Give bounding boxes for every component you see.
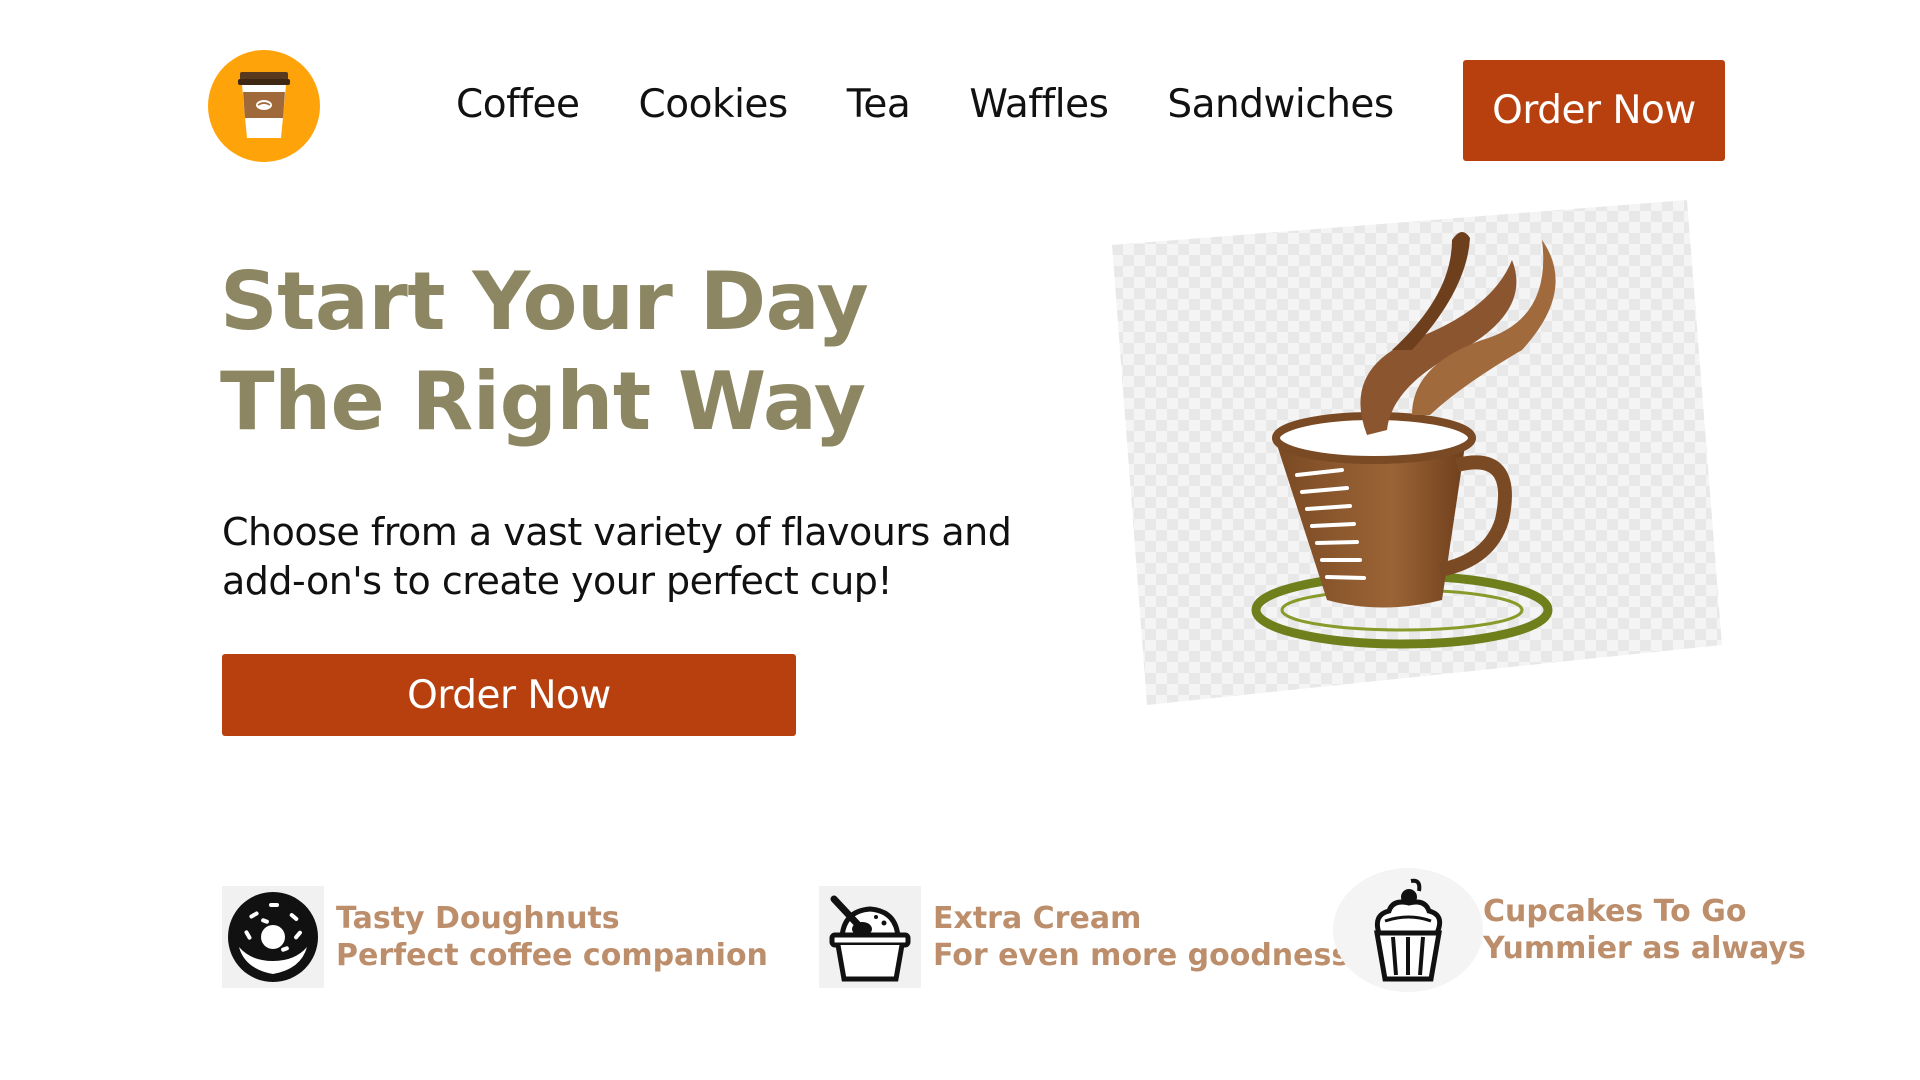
nav-item-sandwiches[interactable]: Sandwiches [1167,82,1394,127]
coffee-hero-image [1112,200,1722,705]
main-nav: Coffee Cookies Tea Waffles Sandwiches [456,82,1394,127]
nav-item-tea[interactable]: Tea [847,82,911,127]
feature-subtitle: For even more goodness [933,938,1350,973]
ice-cream-tub-icon [819,886,921,988]
hero-order-now-button[interactable]: Order Now [222,654,796,736]
doughnut-icon [222,886,324,988]
coffee-cup-icon [238,72,290,138]
nav-item-cookies[interactable]: Cookies [639,82,789,127]
feature-title: Extra Cream [933,901,1142,936]
hero-description-line-2: add-on's to create your perfect cup! [222,559,893,603]
feature-doughnuts: Tasty Doughnuts Perfect coffee companion [222,886,768,988]
nav-item-waffles[interactable]: Waffles [969,82,1109,127]
feature-title: Tasty Doughnuts [336,901,620,936]
hero-description-line-1: Choose from a vast variety of flavours a… [222,510,1012,554]
header-order-now-button[interactable]: Order Now [1463,60,1725,161]
cupcake-icon [1333,868,1483,992]
hero-title-line-2: The Right Way [220,355,866,448]
feature-extra-cream-text: Extra Cream For even more goodness [933,900,1349,974]
hero-title: Start Your Day The Right Way [220,252,869,452]
feature-cupcakes-text: Cupcakes To Go Yummier as always [1483,893,1806,967]
feature-doughnuts-text: Tasty Doughnuts Perfect coffee companion [336,900,768,974]
hero-title-line-1: Start Your Day [220,255,869,348]
feature-extra-cream: Extra Cream For even more goodness [819,886,1349,988]
feature-cupcakes: Cupcakes To Go Yummier as always [1333,868,1806,992]
landing-page: Coffee Cookies Tea Waffles Sandwiches Or… [0,0,1920,1080]
feature-subtitle: Perfect coffee companion [336,938,768,973]
hero-description: Choose from a vast variety of flavours a… [222,508,1012,606]
feature-subtitle: Yummier as always [1483,931,1806,966]
feature-title: Cupcakes To Go [1483,894,1747,929]
logo[interactable] [208,50,320,162]
nav-item-coffee[interactable]: Coffee [456,82,580,127]
